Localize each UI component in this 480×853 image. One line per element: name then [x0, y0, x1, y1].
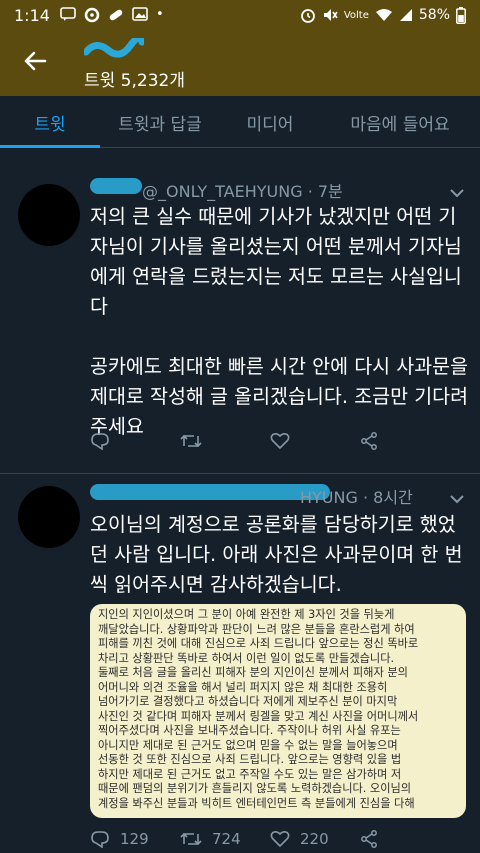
like-button[interactable]: [270, 432, 360, 450]
tweet-time: · 7분: [307, 182, 343, 201]
tweet-count: 트윗 5,232개: [84, 71, 185, 91]
pill-icon: [109, 9, 123, 21]
tab-label: 마음에 들어요: [350, 114, 450, 135]
avatar[interactable]: [18, 486, 80, 548]
tweet-paragraph: 저의 큰 실수 때문에 기사가 났겠지만 어떤 기자님이 기사를 올리셨는지 어…: [90, 205, 462, 318]
like-button[interactable]: 220: [270, 830, 360, 848]
retweet-icon: [180, 832, 202, 846]
status-notification-icons: •: [60, 7, 164, 23]
back-arrow-icon: [24, 51, 47, 71]
signal-icon: [399, 9, 412, 21]
like-icon: [270, 830, 290, 848]
reply-button[interactable]: 129: [90, 830, 180, 848]
redacted-profile-name: [82, 34, 146, 58]
tab-likes[interactable]: 마음에 들어요: [320, 96, 480, 148]
tab-tweets-and-replies[interactable]: 트윗과 답글: [100, 96, 220, 148]
tab-label: 트윗: [34, 114, 66, 135]
tweet-meta: HYUNG · 8시간: [300, 484, 413, 508]
redaction-scribble: [90, 484, 330, 500]
profile-tabs: 트윗 트윗과 답글 미디어 마음에 들어요: [0, 96, 480, 148]
alarm-icon: [300, 9, 315, 23]
tab-label: 미디어: [246, 114, 294, 135]
back-button[interactable]: [18, 44, 52, 78]
profile-header: 트윗 5,232개: [0, 30, 480, 96]
tweet-item[interactable]: @_ONLY_TAEHYUNG · 7분 저의 큰 실수 때문에 기사가 났겠지…: [0, 156, 480, 474]
previous-tweet-fragment: ‾ ‾‾ ‾ ‾ ‾‾‾ ‾ ‾‾ ‾: [80, 146, 179, 155]
photo-text-line: 찍어주셨다며 사진을 보내주셨습니다. 주작이나 허위 사실 유포는: [98, 724, 401, 737]
photo-text-line: 넘어가기로 결정했다고 하셨습니다 저에게 제보주신 분이 마지막: [98, 695, 398, 708]
reply-count: 129: [120, 830, 149, 848]
photo-text-line: 깨달았습니다. 상황파악과 판단이 느려 많은 분들을 혼란스럽게 하여: [98, 622, 415, 636]
photo-text-line: 선동한 것 또한 진심으로 사죄 드립니다. 앞으로는 영향력 있을 법: [98, 753, 402, 766]
status-time: 1:14: [14, 5, 50, 25]
tweet-time: · 8시간: [362, 488, 413, 507]
retweet-button[interactable]: [180, 432, 270, 450]
battery-percent: 58%: [418, 7, 450, 23]
tweet-actions: 129 724 220: [90, 824, 450, 853]
redaction-scribble: [82, 34, 146, 58]
network-type: Volte: [343, 9, 369, 21]
photo-text-line: 둘째로 처음 글을 올리신 피해자 분의 지인이신 분께서 피해자 분의: [98, 666, 408, 679]
photo-text-line: 때문에 팬덤의 분위기가 흔들리지 않도록 노력하겠습니다. 오이님의: [98, 782, 412, 795]
avatar[interactable]: [18, 184, 80, 246]
share-icon: [361, 830, 377, 848]
photo-text-line: 하지만 제대로 된 근거도 없고 주작일 수도 있는 말은 삼가하며 저: [98, 767, 402, 781]
like-count: 220: [300, 830, 329, 848]
tweet-meta: @_ONLY_TAEHYUNG · 7분: [90, 178, 343, 202]
tab-media[interactable]: 미디어: [220, 96, 320, 148]
retweet-icon: [180, 434, 202, 448]
share-button[interactable]: [360, 830, 450, 848]
tab-label: 트윗과 답글: [118, 114, 202, 135]
retweet-count: 724: [212, 830, 241, 848]
image-icon: [132, 7, 148, 21]
photo-text-line: 지인의 지인이셨으며 그 분이 아예 완전한 제 3자인 것을 뒤늦게: [98, 608, 395, 621]
tweet-handle: @_ONLY_TAEHYUNG: [142, 182, 303, 201]
wifi-icon: [375, 9, 392, 21]
reply-button[interactable]: [90, 432, 180, 450]
status-bar: 1:14 • Volte 58%: [0, 0, 480, 30]
like-icon: [270, 432, 290, 450]
chevron-down-icon[interactable]: [448, 490, 466, 508]
photo-text-line: 어머니와 의견 조율을 해서 널리 퍼지지 않은 채 최대한 조용히: [98, 680, 388, 694]
photo-text-line: 차리고 상황판단 똑바로 하여서 이런 일이 없도록 만들겠습니다.: [98, 651, 395, 665]
tweet-actions: [90, 426, 450, 456]
tab-tweets[interactable]: 트윗: [0, 96, 100, 148]
tweet-text: 오이님의 계정으로 공론화를 담당하기로 했었던 사람 입니다. 아래 사진은 …: [90, 510, 470, 600]
photo-text-line: 아니지만 제대로 된 근거도 없으며 믿을 수 없는 말을 늘어놓으며: [98, 738, 398, 752]
reply-icon: [91, 831, 109, 848]
photo-text-line: 계정을 봐주신 분들과 빅히트 엔터테인먼트 측 분들에게 진심을 다해: [98, 796, 415, 810]
share-button[interactable]: [360, 432, 450, 450]
mute-icon: [323, 9, 338, 21]
retweet-button[interactable]: 724: [180, 830, 270, 848]
tweet-handle: HYUNG: [300, 488, 358, 507]
chevron-down-icon[interactable]: [448, 184, 466, 202]
tweet-photo[interactable]: 지인의 지인이셨으며 그 분이 아예 완전한 제 3자인 것을 뒤늦게 깨달았습…: [90, 604, 466, 818]
reply-icon: [91, 433, 109, 450]
photo-text-line: 피해를 끼친 것에 대해 진심으로 사죄 드립니다 앞으로는 정신 똑바로: [98, 637, 419, 650]
tweet-paragraph: 오이님의 계정으로 공론화를 담당하기로 했었던 사람 입니다. 아래 사진은 …: [90, 513, 463, 596]
sms-icon: [60, 7, 76, 21]
photo-text-line: 사진인 것 같다며 피해자 분께서 링겔을 맞고 계신 사진을 어머니께서: [98, 709, 419, 723]
share-icon: [361, 432, 377, 450]
battery-icon: [456, 6, 466, 24]
more-notifications-dot: •: [155, 7, 164, 22]
status-right: Volte 58%: [300, 6, 466, 24]
vpn-icon: [84, 7, 100, 23]
tweet-text: 저의 큰 실수 때문에 기사가 났겠지만 어떤 기자님이 기사를 올리셨는지 어…: [90, 202, 470, 442]
